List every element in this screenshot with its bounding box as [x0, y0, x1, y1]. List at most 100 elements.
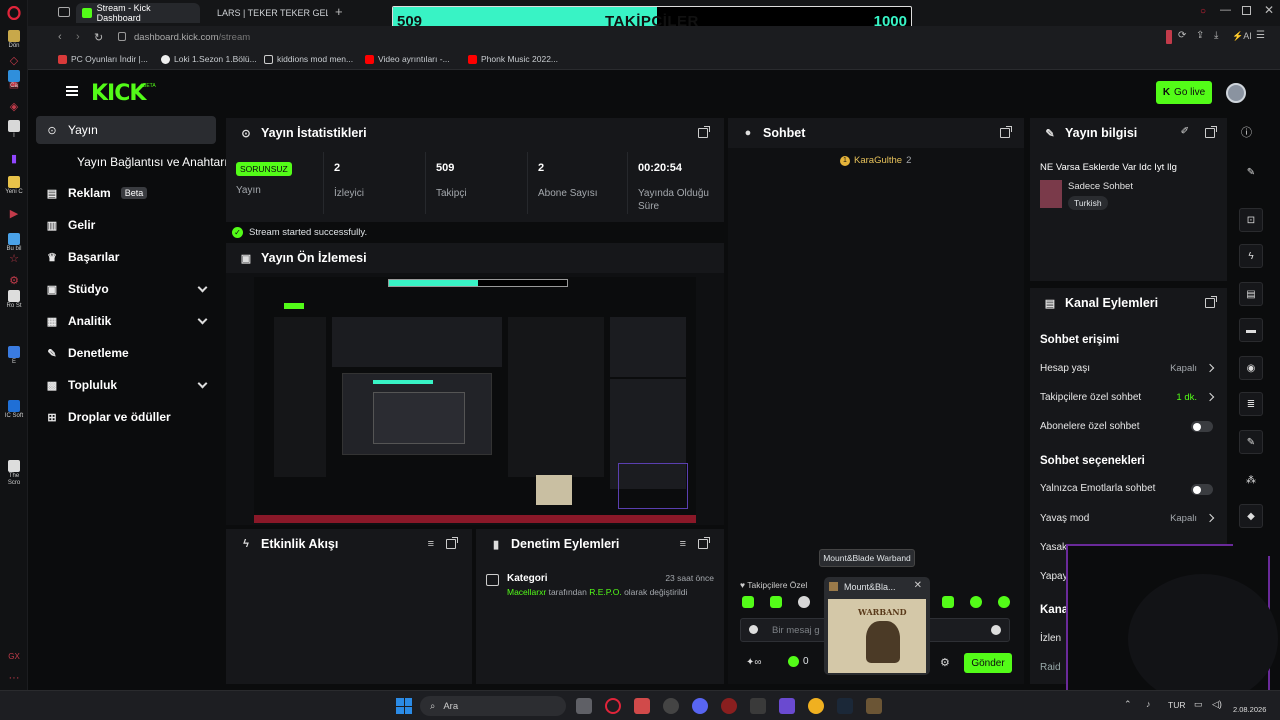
chat-settings-icon[interactable]: ⚙	[940, 656, 950, 669]
stack-icon[interactable]: ≣	[1239, 392, 1263, 416]
popout-icon[interactable]	[446, 537, 458, 549]
setting-follower-chat[interactable]: Takipçilere özel sohbet	[1040, 392, 1141, 403]
gem-icon[interactable]: ◆	[1239, 504, 1263, 528]
app-icon[interactable]	[721, 698, 737, 714]
bookmark-item[interactable]: Video ayrıntıları -...	[365, 54, 450, 64]
emote-icon[interactable]	[798, 596, 810, 608]
store-icon[interactable]	[634, 698, 650, 714]
popout-icon[interactable]	[1205, 126, 1217, 138]
setting-truncated[interactable]: İzlen	[1040, 633, 1061, 644]
emote-icon[interactable]	[970, 596, 982, 608]
chat-viewer-row[interactable]: 1 KaraGulthe 2	[840, 155, 911, 166]
nav-item-stream-key[interactable]: Yayın Bağlantısı ve Anahtarı	[36, 148, 231, 176]
sidebar-gx-icon[interactable]: GX	[6, 648, 22, 664]
desktop-icon[interactable]: I	[2, 120, 26, 140]
filter-icon[interactable]: ≡	[428, 538, 434, 550]
clock-date[interactable]: 2.08.2026	[1233, 705, 1266, 714]
emote-icon[interactable]	[770, 596, 782, 608]
network-icon[interactable]: ▭	[1194, 699, 1203, 710]
emote-icon[interactable]	[742, 596, 754, 608]
nav-item-topluluk[interactable]: ▩ Topluluk	[36, 371, 216, 399]
close-window-icon[interactable]: ✕	[1264, 3, 1274, 17]
tray-chevron-icon[interactable]: ⌃	[1124, 699, 1132, 710]
points-display[interactable]: 0	[788, 656, 809, 667]
wrench-icon[interactable]: ✎	[1239, 430, 1263, 454]
chrome-icon[interactable]	[808, 698, 824, 714]
chevron-right-icon[interactable]	[1205, 513, 1215, 523]
popout-icon[interactable]	[1205, 296, 1217, 308]
desktop-icon[interactable]: The Scro	[2, 460, 26, 487]
desktop-icon[interactable]: Ro St	[2, 290, 26, 310]
language-indicator[interactable]: TUR	[1168, 700, 1185, 710]
document-icon[interactable]: ▤	[1239, 282, 1263, 306]
emote-icon[interactable]	[942, 596, 954, 608]
desktop-icon[interactable]: IC Soft	[2, 400, 26, 420]
nav-item-droplar[interactable]: ⊞ Droplar ve ödüller	[36, 403, 216, 431]
github-icon[interactable]	[663, 698, 679, 714]
emote-icon[interactable]	[998, 596, 1010, 608]
desktop-icon[interactable]: Bu bil	[2, 233, 26, 253]
url-input[interactable]: dashboard.kick.com/stream	[134, 32, 250, 43]
extension-icon[interactable]	[1166, 30, 1172, 44]
teams-icon[interactable]	[779, 698, 795, 714]
setting-truncated[interactable]: Yasak	[1040, 542, 1067, 553]
chat-bubble-icon[interactable]: ▬	[1239, 318, 1263, 342]
opera-gx-icon[interactable]	[605, 698, 621, 714]
pencil-icon[interactable]: ✎	[1239, 160, 1263, 184]
bookmark-item[interactable]: Phonk Music 2022...	[468, 54, 558, 64]
bookmark-item[interactable]: Loki 1.Sezon 1.Bölü...	[161, 54, 257, 64]
preview-video[interactable]	[254, 277, 696, 523]
close-icon[interactable]: ✕	[914, 580, 922, 591]
download-icon[interactable]: ⤓	[1214, 30, 1218, 41]
tab-youtube[interactable]: LARS | TEKER TEKER GELİ	[206, 3, 328, 23]
app-icon[interactable]	[750, 698, 766, 714]
popout-icon[interactable]	[698, 537, 710, 549]
popout-icon[interactable]	[698, 126, 710, 138]
desktop-icon[interactable]: Dön	[2, 30, 26, 50]
nav-item-gelir[interactable]: ▥ Gelir	[36, 211, 216, 239]
warband-icon[interactable]	[866, 698, 882, 714]
ai-button[interactable]: ⚡AI	[1232, 31, 1252, 42]
tab-menu-icon[interactable]	[58, 7, 70, 17]
task-view-icon[interactable]	[576, 698, 592, 714]
layout-icon[interactable]: ⊡	[1239, 208, 1263, 232]
minimize-icon[interactable]: —	[1220, 4, 1231, 16]
share-icon[interactable]: ⇪	[1196, 30, 1204, 41]
mic-icon[interactable]: ♪	[1146, 699, 1151, 709]
taskbar-search[interactable]: ⌕ Ara	[420, 696, 566, 716]
nav-item-yayin[interactable]: ⊙ Yayın	[36, 116, 216, 144]
bookmark-item[interactable]: kiddions mod men...	[264, 54, 353, 64]
broadcast-icon[interactable]: ◉	[1239, 356, 1263, 380]
menu-icon[interactable]: ☰	[1256, 30, 1265, 41]
maximize-icon[interactable]	[1242, 6, 1251, 15]
discord-icon[interactable]	[692, 698, 708, 714]
avatar[interactable]	[1226, 83, 1246, 103]
search-tab-icon[interactable]: ○	[1200, 6, 1206, 17]
setting-slow-mode[interactable]: Yavaş mod	[1040, 513, 1089, 524]
windows-start-icon[interactable]	[396, 698, 412, 714]
hamburger-menu-icon[interactable]	[66, 86, 78, 96]
nav-item-reklam[interactable]: ▤ Reklam Beta	[36, 179, 216, 207]
send-button[interactable]: Gönder	[964, 653, 1012, 673]
volume-icon[interactable]: ◁)	[1212, 699, 1222, 710]
popout-icon[interactable]	[1000, 126, 1012, 138]
nav-item-basarilar[interactable]: ♛ Başarılar	[36, 243, 216, 271]
opera-logo-icon[interactable]	[6, 5, 22, 21]
new-tab-icon[interactable]: +	[335, 4, 343, 19]
setting-truncated[interactable]: Raid	[1040, 662, 1061, 673]
setting-account-age[interactable]: Hesap yaşı	[1040, 363, 1090, 374]
steam-icon[interactable]	[837, 698, 853, 714]
desktop-icon[interactable]: Ca	[2, 70, 26, 90]
snapshot-icon[interactable]: ⟳	[1178, 30, 1186, 41]
sub-chat-toggle[interactable]	[1191, 421, 1213, 432]
forward-icon[interactable]: ›	[76, 31, 80, 43]
go-live-button[interactable]: K Go live	[1156, 81, 1212, 104]
bookmark-item[interactable]: PC Oyunları İndir |...	[58, 54, 148, 64]
desktop-icon[interactable]: Yeni C	[2, 176, 26, 196]
desktop-icon[interactable]: E	[2, 346, 26, 366]
window-preview-card[interactable]: Mount&Bla... ✕ WARBAND	[824, 577, 930, 675]
edit-icon[interactable]: ✐	[1181, 126, 1189, 137]
log-user[interactable]: Macellarxr	[507, 587, 546, 597]
chevron-right-icon[interactable]	[1205, 392, 1215, 402]
filter-icon[interactable]: ≡	[680, 538, 686, 550]
